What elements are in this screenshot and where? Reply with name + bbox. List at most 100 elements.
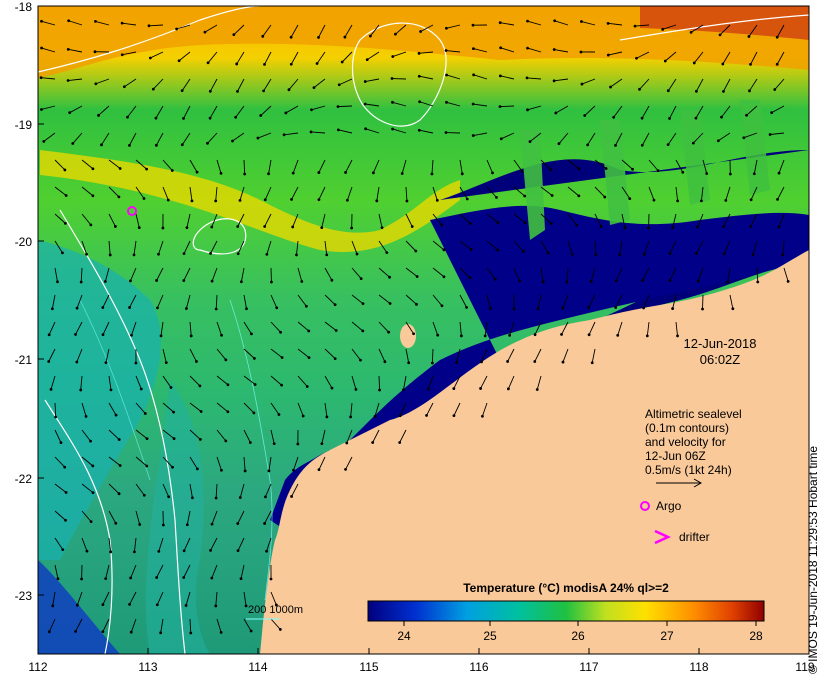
velocity-arrow-head	[102, 603, 105, 606]
velocity-arrow-head	[118, 438, 121, 441]
velocity-arrow-head	[235, 63, 238, 66]
velocity-arrow-head	[402, 388, 405, 391]
velocity-arrow-head	[175, 28, 178, 31]
velocity-arrow-head	[360, 277, 363, 280]
velocity-arrow-head	[460, 335, 463, 338]
velocity-arrow-head	[731, 307, 734, 310]
velocity-arrow-head	[325, 415, 328, 418]
velocity-arrow-head	[129, 577, 132, 580]
velocity-arrow-head	[118, 195, 121, 198]
velocity-arrow-head	[776, 36, 779, 39]
velocity-arrow-head	[562, 361, 565, 364]
velocity-arrow-head	[469, 222, 472, 225]
lon-tick: 112	[18, 660, 58, 674]
velocity-arrow-head	[749, 63, 752, 66]
velocity-arrow-head	[56, 280, 59, 283]
velocity-arrow-head	[288, 88, 291, 91]
velocity-arrow-head	[89, 223, 92, 226]
velocity-arrow-head	[750, 198, 753, 201]
velocity-arrow-head	[491, 171, 494, 174]
velocity-arrow-head	[74, 630, 77, 633]
velocity-arrow-head	[681, 171, 684, 174]
velocity-arrow-head	[668, 279, 671, 282]
colorbar-tick-label: 25	[475, 629, 505, 643]
velocity-arrow-head	[607, 22, 610, 25]
velocity-arrow-head	[369, 35, 372, 38]
velocity-arrow-head	[398, 441, 401, 444]
velocity-arrow-head	[71, 142, 74, 145]
velocity-arrow-head	[388, 276, 391, 279]
velocity-arrow-head	[204, 31, 207, 34]
velocity-arrow-head	[330, 279, 333, 282]
velocity-arrow-head	[355, 388, 358, 391]
velocity-arrow-head	[263, 522, 266, 525]
velocity-arrow-head	[341, 61, 344, 64]
velocity-arrow-head	[207, 61, 210, 64]
velocity-arrow-head	[690, 31, 693, 34]
velocity-arrow-head	[182, 279, 185, 282]
velocity-arrow-head	[211, 280, 214, 283]
velocity-arrow-head	[167, 199, 170, 202]
velocity-arrow-head	[364, 103, 367, 106]
velocity-arrow-head	[565, 281, 568, 284]
lat-tick: -23	[2, 589, 32, 603]
velocity-arrow-head	[588, 333, 591, 336]
velocity-arrow-head	[600, 225, 603, 228]
velocity-arrow-head	[196, 171, 199, 174]
velocity-arrow-head	[292, 469, 295, 472]
velocity-arrow-head	[172, 411, 175, 414]
velocity-arrow-head	[753, 172, 756, 175]
velocity-arrow-head	[191, 496, 194, 499]
velocity-arrow-head	[499, 105, 502, 108]
colorbar-tick-label: 26	[563, 629, 593, 643]
velocity-arrow-head	[526, 108, 529, 111]
velocity-arrow-head	[48, 333, 51, 336]
velocity-arrow-head	[745, 114, 748, 117]
velocity-arrow-head	[273, 442, 276, 445]
velocity-arrow-head	[226, 410, 229, 413]
altimetry-line: (0.1m contours)	[645, 421, 742, 435]
velocity-arrow-head	[119, 464, 122, 467]
velocity-arrow-head	[183, 252, 186, 255]
velocity-arrow-head	[114, 225, 117, 228]
velocity-arrow-head	[480, 360, 483, 363]
velocity-arrow-head	[119, 167, 122, 170]
velocity-arrow-head	[391, 128, 394, 131]
velocity-arrow-head	[42, 140, 45, 143]
velocity-arrow-head	[334, 303, 337, 306]
velocity-arrow-head	[628, 197, 631, 200]
velocity-arrow-head	[215, 497, 218, 500]
velocity-arrow-head	[105, 361, 108, 364]
velocity-arrow-head	[252, 412, 255, 415]
velocity-arrow-head	[224, 439, 227, 442]
velocity-arrow-head	[641, 117, 644, 120]
velocity-arrow-head	[334, 357, 337, 360]
velocity-arrow-head	[537, 307, 540, 310]
velocity-arrow-head	[307, 330, 310, 333]
velocity-arrow-head	[399, 414, 402, 417]
velocity-arrow-head	[279, 628, 282, 631]
velocity-arrow-head	[91, 464, 94, 467]
velocity-arrow-head	[189, 632, 192, 635]
velocity-arrow-head	[337, 128, 340, 131]
velocity-arrow-head	[92, 194, 95, 197]
lat-tick: -19	[2, 118, 32, 132]
velocity-arrow-head	[452, 387, 455, 390]
velocity-arrow-head	[415, 303, 418, 306]
velocity-arrow-head	[375, 199, 378, 202]
velocity-arrow-head	[313, 86, 316, 89]
velocity-arrow-head	[587, 306, 590, 309]
velocity-arrow-head	[250, 332, 253, 335]
velocity-arrow-head	[496, 249, 499, 252]
velocity-arrow-head	[292, 172, 295, 175]
velocity-arrow-head	[74, 333, 77, 336]
velocity-arrow-head	[513, 308, 516, 311]
velocity-arrow-head	[121, 53, 124, 56]
velocity-arrow-head	[171, 169, 174, 172]
velocity-arrow-head	[337, 105, 340, 108]
velocity-arrow-head	[239, 199, 242, 202]
velocity-arrow-head	[372, 171, 375, 174]
velocity-arrow-head	[133, 253, 136, 256]
velocity-arrow-head	[412, 332, 415, 335]
velocity-arrow-head	[526, 77, 529, 80]
